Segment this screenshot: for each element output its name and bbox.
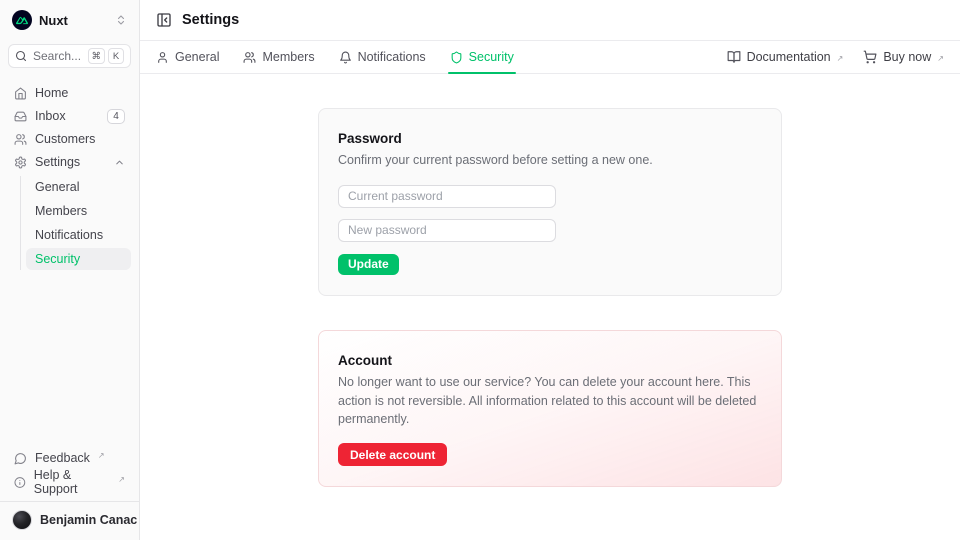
documentation-link[interactable]: Documentation ↗ <box>727 50 844 64</box>
account-card-title: Account <box>338 353 762 368</box>
tab-general[interactable]: General <box>156 41 219 73</box>
book-open-icon <box>727 50 741 64</box>
tabs: General Members Notifications Security <box>156 41 514 73</box>
workspace-name: Nuxt <box>39 13 68 28</box>
sidebar-item-security[interactable]: Security <box>26 248 131 270</box>
page-header: Settings <box>140 0 960 41</box>
user-icon <box>156 51 169 64</box>
tab-security[interactable]: Security <box>450 41 514 73</box>
collapse-sidebar-button[interactable] <box>156 12 172 28</box>
sidebar-nav: Home Inbox 4 Customers Settings General <box>8 82 131 272</box>
buy-now-link[interactable]: Buy now ↗ <box>863 50 944 64</box>
sidebar: Nuxt Search... ⌘ K Home Inbox 4 <box>0 0 140 540</box>
password-card-title: Password <box>338 131 762 146</box>
kbd-k: K <box>108 48 124 64</box>
users-icon <box>14 133 27 146</box>
sidebar-spacer <box>8 272 131 447</box>
external-link-icon: ↗ <box>118 475 125 484</box>
tab-bar: General Members Notifications Security <box>140 41 960 74</box>
avatar <box>12 510 32 530</box>
tab-notifications[interactable]: Notifications <box>339 41 426 73</box>
help-support-label: Help & Support <box>34 468 111 496</box>
sidebar-footer: Feedback ↗ Help & Support ↗ <box>8 447 131 493</box>
gear-icon <box>14 156 27 169</box>
search-icon <box>15 50 27 62</box>
sidebar-item-general[interactable]: General <box>26 176 131 198</box>
sidebar-item-label: Customers <box>35 132 95 146</box>
tab-members[interactable]: Members <box>243 41 314 73</box>
password-card: Password Confirm your current password b… <box>318 108 782 296</box>
panel-left-close-icon <box>156 12 172 28</box>
inbox-count-badge: 4 <box>107 109 125 124</box>
sidebar-item-members[interactable]: Members <box>26 200 131 222</box>
kbd-meta: ⌘ <box>88 48 106 64</box>
password-card-description: Confirm your current password before set… <box>338 151 762 170</box>
sidebar-item-customers[interactable]: Customers <box>8 128 131 150</box>
buy-now-label: Buy now <box>883 50 931 64</box>
app-window: Nuxt Search... ⌘ K Home Inbox 4 <box>0 0 960 540</box>
search-shortcut: ⌘ K <box>88 48 125 64</box>
documentation-label: Documentation <box>747 50 831 64</box>
sidebar-item-settings[interactable]: Settings <box>8 151 131 173</box>
external-link-icon: ↗ <box>98 451 105 460</box>
tab-label: Notifications <box>358 50 426 64</box>
bell-icon <box>339 51 352 64</box>
chat-bubble-icon <box>14 452 27 465</box>
password-form <box>338 185 762 242</box>
home-icon <box>14 87 27 100</box>
chevron-up-icon <box>114 157 125 168</box>
search-placeholder: Search... <box>33 49 81 63</box>
user-name: Benjamin Canac <box>40 513 137 527</box>
sidebar-item-label: Inbox <box>35 109 66 123</box>
inbox-icon <box>14 110 27 123</box>
sidebar-item-inbox[interactable]: Inbox 4 <box>8 105 131 127</box>
main-area: Settings General Members Notifications <box>140 0 960 540</box>
settings-subnav: General Members Notifications Security <box>20 176 131 270</box>
page-title: Settings <box>182 12 239 28</box>
user-menu[interactable]: Benjamin Canac <box>8 502 131 532</box>
settings-security-panel: Password Confirm your current password b… <box>140 74 960 540</box>
sidebar-item-notifications[interactable]: Notifications <box>26 224 131 246</box>
delete-account-button[interactable]: Delete account <box>338 443 447 466</box>
chevrons-up-down-icon <box>115 14 127 26</box>
account-danger-card: Account No longer want to use our servic… <box>318 330 782 487</box>
sidebar-item-home[interactable]: Home <box>8 82 131 104</box>
shopping-cart-icon <box>863 50 877 64</box>
tab-label: General <box>175 50 219 64</box>
sidebar-item-label: Home <box>35 86 68 100</box>
external-link-icon: ↗ <box>937 54 944 63</box>
account-card-description: No longer want to use our service? You c… <box>338 373 762 429</box>
feedback-label: Feedback <box>35 451 90 465</box>
sidebar-item-label: Settings <box>35 155 80 169</box>
external-link-icon: ↗ <box>837 54 844 63</box>
shield-icon <box>450 51 463 64</box>
update-password-button[interactable]: Update <box>338 254 399 275</box>
header-links: Documentation ↗ Buy now ↗ <box>727 50 944 64</box>
users-icon <box>243 51 256 64</box>
search-input[interactable]: Search... ⌘ K <box>8 44 131 68</box>
current-password-field[interactable] <box>338 185 556 208</box>
new-password-field[interactable] <box>338 219 556 242</box>
tab-label: Security <box>469 50 514 64</box>
nuxt-logo-icon <box>12 10 32 30</box>
workspace-selector[interactable]: Nuxt <box>8 8 131 32</box>
feedback-link[interactable]: Feedback ↗ <box>8 447 131 469</box>
help-support-link[interactable]: Help & Support ↗ <box>8 471 131 493</box>
tab-label: Members <box>262 50 314 64</box>
info-icon <box>14 476 26 489</box>
